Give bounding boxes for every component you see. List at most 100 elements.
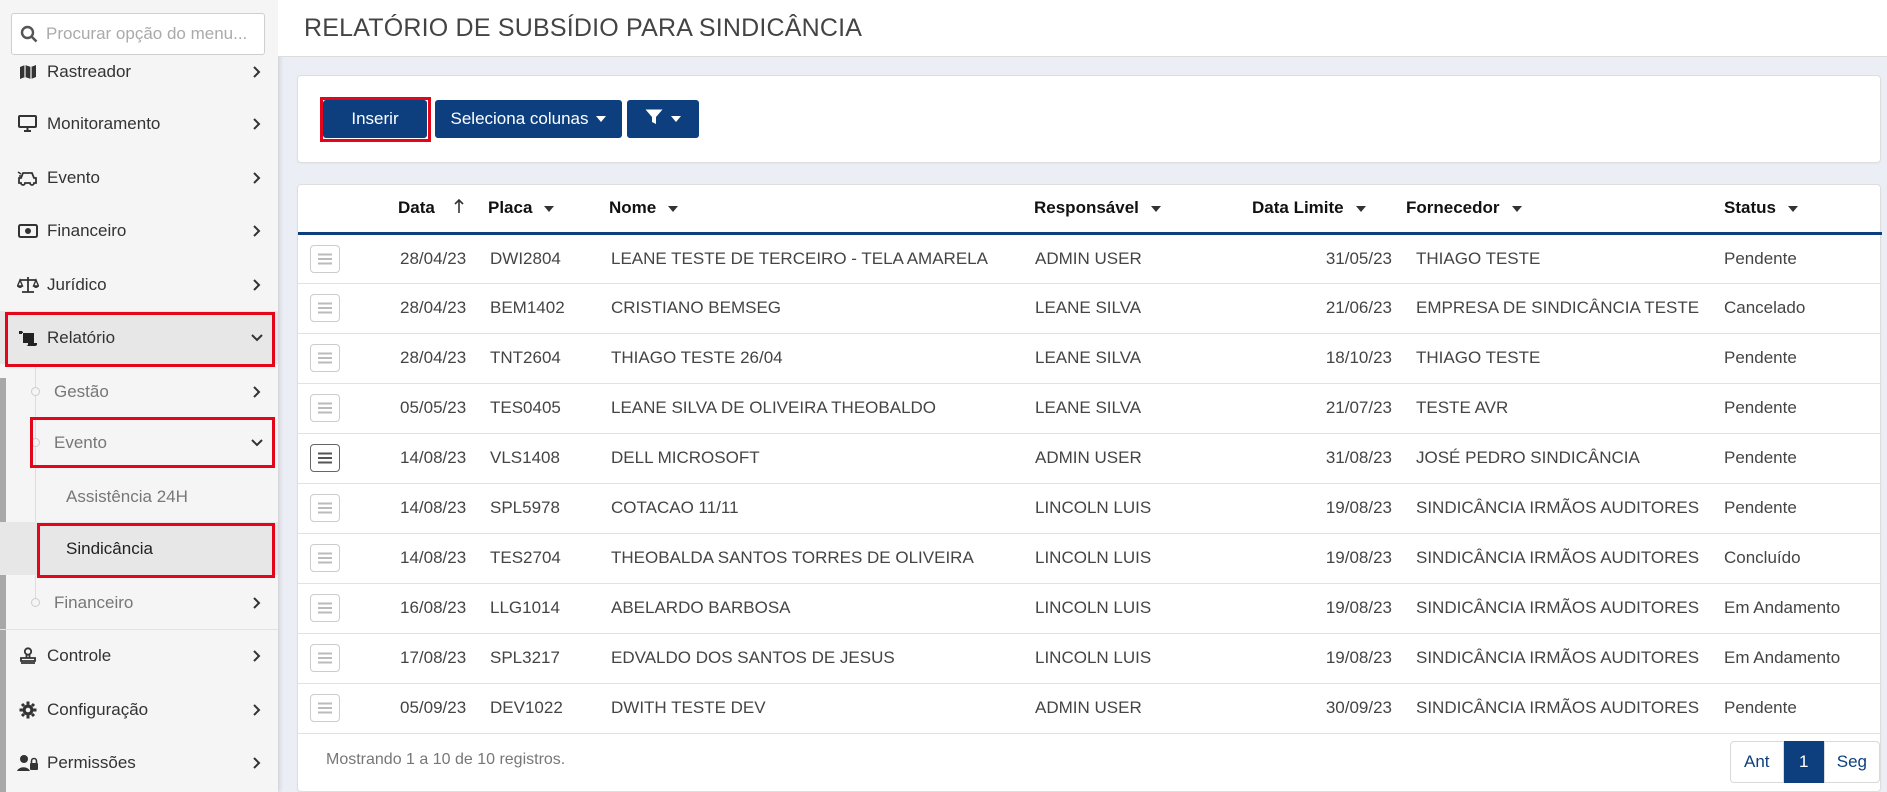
supplier-cell: SINDICÂNCIA IRMÃOS AUDITORES <box>1392 683 1724 734</box>
supplier-cell: SINDICÂNCIA IRMÃOS AUDITORES <box>1392 533 1724 584</box>
row-menu-button[interactable] <box>310 444 340 472</box>
sidebar-item-label: Configuração <box>47 699 149 719</box>
filter-icon <box>645 109 663 130</box>
table-row[interactable]: 28/04/23 DWI2804 LEANE TESTE DE TERCEIRO -… <box>298 233 1882 284</box>
supplier-cell: EMPRESA DE SINDICÂNCIA TESTE <box>1392 283 1724 334</box>
hamburger-icon <box>318 253 332 264</box>
sidebar-subitem-evento[interactable]: Evento <box>0 416 278 469</box>
table-row[interactable]: 17/08/23 SPL3217 EDVALDO DOS SANTOS DE JES… <box>298 633 1882 684</box>
pagination-next-button[interactable]: Seg <box>1823 741 1880 783</box>
sidebar-item-controle[interactable]: Controle <box>0 629 278 682</box>
pagination-page-button[interactable]: 1 <box>1783 741 1824 783</box>
car-crash-icon <box>0 170 47 186</box>
date-cell: 28/04/23 <box>398 233 488 284</box>
plate-cell: TES0405 <box>488 383 609 434</box>
responsible-cell: LEANE SILVA <box>1034 383 1252 434</box>
chevron-right-icon <box>242 596 272 609</box>
toolbar-card: Inserir Seleciona colunas <box>297 75 1881 163</box>
table-row[interactable]: 28/04/23 TNT2604 THIAGO TESTE 26/04 LEANE S… <box>298 333 1882 384</box>
sort-caret-icon <box>668 205 679 212</box>
table-row[interactable]: 14/08/23 SPL5978 COTACAO 11/11 LINCOLN LUIS… <box>298 483 1882 534</box>
chevron-right-icon <box>242 385 272 398</box>
menu-search-input[interactable] <box>46 24 256 44</box>
sort-caret-icon <box>1787 205 1798 212</box>
column-header-data-limite[interactable]: Data Limite <box>1252 185 1392 235</box>
caret-down-icon <box>671 116 681 122</box>
page-title: RELATÓRIO DE SUBSÍDIO PARA SINDICÂNCIA <box>304 13 863 42</box>
row-menu-button[interactable] <box>310 644 340 672</box>
table-row[interactable]: 16/08/23 LLG1014 ABELARDO BARBOSA LINCOLN L… <box>298 583 1882 634</box>
name-cell: THEOBALDA SANTOS TORRES DE OLIVEIRA <box>609 533 1034 584</box>
sort-caret-icon <box>1355 205 1366 212</box>
status-cell: Cancelado <box>1724 283 1882 334</box>
column-header-nome[interactable]: Nome <box>609 185 1034 235</box>
insert-button[interactable]: Inserir <box>323 100 427 138</box>
row-menu-button[interactable] <box>310 544 340 572</box>
sidebar-item-label: Sindicância <box>66 538 153 558</box>
sidebar-item-permissoes[interactable]: Permissões <box>0 736 278 789</box>
responsible-cell: LEANE SILVA <box>1034 283 1252 334</box>
plate-cell: TES2704 <box>488 533 609 584</box>
table-row[interactable]: 14/08/23 VLS1408 DELL MICROSOFT ADMIN USER 3… <box>298 433 1882 484</box>
responsible-cell: ADMIN USER <box>1034 683 1252 734</box>
select-columns-button[interactable]: Seleciona colunas <box>435 100 622 138</box>
sidebar-subitem-sindicancia[interactable]: Sindicância <box>0 522 278 575</box>
status-cell: Pendente <box>1724 233 1882 284</box>
status-cell: Em Andamento <box>1724 583 1882 634</box>
responsible-cell: LEANE SILVA <box>1034 333 1252 384</box>
row-menu-button[interactable] <box>310 344 340 372</box>
hamburger-icon <box>318 452 332 464</box>
row-menu-button[interactable] <box>310 294 340 322</box>
hamburger-icon <box>318 502 332 514</box>
row-menu-button[interactable] <box>310 244 340 273</box>
sidebar-item-label: Rastreador <box>47 61 132 81</box>
sidebar-item-evento[interactable]: Evento <box>0 151 278 204</box>
column-header-placa[interactable]: Placa <box>488 185 609 235</box>
status-cell: Pendente <box>1724 383 1882 434</box>
column-header-label: Data Limite <box>1252 198 1344 218</box>
pagination-prev-button[interactable]: Ant <box>1729 741 1784 783</box>
hamburger-icon <box>318 652 332 664</box>
row-actions-cell <box>298 583 398 634</box>
sidebar-item-relatorio[interactable]: Relatório <box>0 311 278 364</box>
sidebar-subitem-financeiro[interactable]: Financeiro <box>0 576 278 629</box>
column-header-data[interactable]: Data <box>398 185 488 235</box>
column-header-fornecedor[interactable]: Fornecedor <box>1392 185 1724 235</box>
chevron-right-icon <box>242 650 272 662</box>
deadline-cell: 19/08/23 <box>1252 533 1392 584</box>
table-row[interactable]: 05/09/23 DEV1022 DWITH TESTE DEV ADMIN USER… <box>298 683 1882 734</box>
row-menu-button[interactable] <box>310 694 340 722</box>
plate-cell: LLG1014 <box>488 583 609 634</box>
plate-cell: SPL3217 <box>488 633 609 684</box>
table-row[interactable]: 14/08/23 TES2704 THEOBALDA SANTOS TORRES D… <box>298 533 1882 584</box>
sidebar-subitem-gestao[interactable]: Gestão <box>0 365 278 418</box>
row-menu-button[interactable] <box>310 394 340 422</box>
sidebar-item-configuracao[interactable]: Configuração <box>0 683 278 736</box>
menu-search-box[interactable] <box>11 13 265 55</box>
sidebar-item-juridico[interactable]: Jurídico <box>0 258 278 311</box>
date-cell: 14/08/23 <box>398 483 488 534</box>
responsible-cell: LINCOLN LUIS <box>1034 533 1252 584</box>
status-cell: Pendente <box>1724 483 1882 534</box>
table-row[interactable]: 28/04/23 BEM1402 CRISTIANO BEMSEG LEANE SIL… <box>298 283 1882 334</box>
row-actions-cell <box>298 283 398 334</box>
date-cell: 05/09/23 <box>398 683 488 734</box>
hamburger-icon <box>318 552 332 564</box>
sidebar-item-financeiro[interactable]: Financeiro <box>0 204 278 257</box>
sort-caret-icon <box>544 205 555 212</box>
row-actions-cell <box>298 433 398 484</box>
results-table-card: Data Placa Nome Responsável Data Limite <box>297 184 1882 792</box>
table-row[interactable]: 05/05/23 TES0405 LEANE SILVA DE OLIVEIRA T… <box>298 383 1882 434</box>
sort-caret-icon <box>1150 205 1161 212</box>
sidebar-subitem-assistencia-24h[interactable]: Assistência 24H <box>0 470 278 523</box>
supplier-cell: THIAGO TESTE <box>1392 233 1724 284</box>
column-header-status[interactable]: Status <box>1724 185 1882 235</box>
row-menu-button[interactable] <box>310 494 340 522</box>
filter-button[interactable] <box>627 100 699 138</box>
supplier-cell: THIAGO TESTE <box>1392 333 1724 384</box>
hamburger-icon <box>318 402 332 414</box>
row-menu-button[interactable] <box>310 594 340 622</box>
sidebar-item-monitoramento[interactable]: Monitoramento <box>0 97 278 150</box>
column-header-responsavel[interactable]: Responsável <box>1034 185 1252 235</box>
status-cell: Em Andamento <box>1724 633 1882 684</box>
